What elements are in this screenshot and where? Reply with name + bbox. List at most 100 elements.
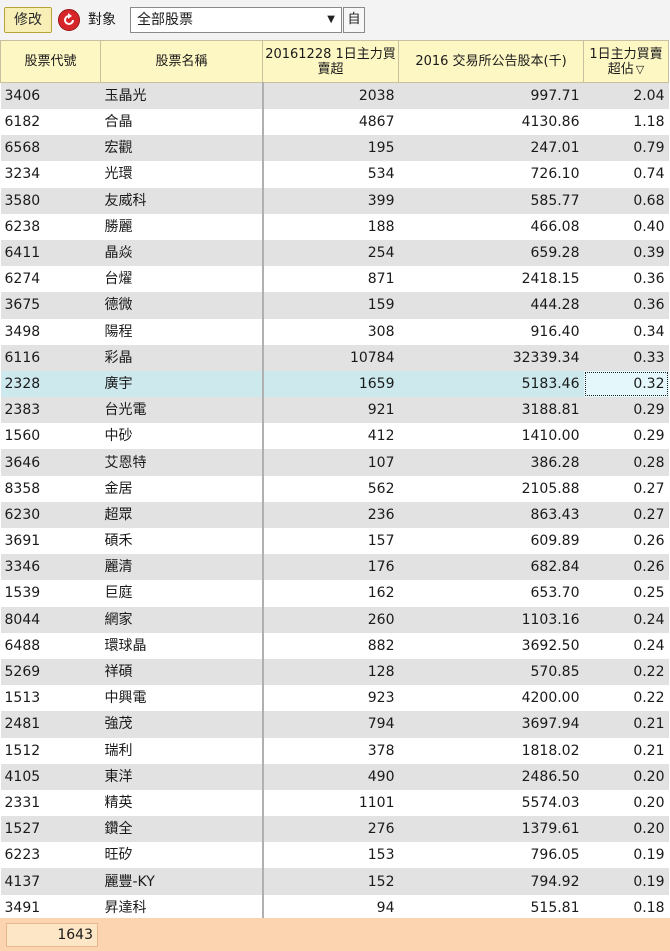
cell-main-force-net[interactable]: 254	[261, 239, 399, 267]
cell-stock-name[interactable]: 艾恩特	[100, 449, 263, 476]
cell-capital[interactable]: 4130.86	[398, 109, 584, 136]
table-row[interactable]: 3646 艾恩特 107 386.28 0.28	[0, 449, 669, 476]
cell-ratio[interactable]: 0.24	[583, 606, 669, 633]
self-button[interactable]: 自	[343, 7, 365, 33]
cell-ratio[interactable]: 0.19	[583, 842, 669, 869]
cell-capital[interactable]: 1410.00	[398, 423, 584, 450]
cell-stock-name[interactable]: 陽程	[100, 318, 263, 345]
cell-stock-name[interactable]: 祥碩	[100, 658, 263, 686]
table-row[interactable]: 2331 精英 1101 5574.03 0.20	[0, 789, 669, 817]
cell-stock-name[interactable]: 晶焱	[100, 239, 263, 267]
cell-main-force-net[interactable]: 308	[261, 318, 399, 345]
header-main-force-net[interactable]: 20161228 1日主力買賣超	[262, 40, 399, 83]
cell-capital[interactable]: 916.40	[398, 318, 584, 345]
cell-ratio[interactable]: 0.29	[583, 423, 669, 450]
cell-capital[interactable]: 585.77	[398, 187, 584, 214]
cell-main-force-net[interactable]: 162	[261, 580, 399, 607]
cell-capital[interactable]: 794.92	[398, 868, 584, 895]
cell-stock-code[interactable]: 3580	[0, 187, 101, 214]
cell-stock-code[interactable]: 3691	[0, 528, 101, 555]
cell-capital[interactable]: 659.28	[398, 239, 584, 267]
cell-main-force-net[interactable]: 94	[261, 894, 399, 918]
cell-main-force-net[interactable]: 4867	[261, 109, 399, 136]
cell-main-force-net[interactable]: 921	[261, 397, 399, 424]
cell-main-force-net[interactable]: 276	[261, 816, 399, 843]
cell-main-force-net[interactable]: 2038	[261, 82, 399, 109]
table-row[interactable]: 6238 勝麗 188 466.08 0.40	[0, 213, 669, 240]
table-row[interactable]: 2383 台光電 921 3188.81 0.29	[0, 397, 669, 424]
cell-capital[interactable]: 609.89	[398, 528, 584, 555]
cell-ratio[interactable]: 0.26	[583, 554, 669, 581]
table-row[interactable]: 3234 光環 534 726.10 0.74	[0, 161, 669, 188]
table-row[interactable]: 1527 鑽全 276 1379.61 0.20	[0, 816, 669, 843]
cell-stock-code[interactable]: 6488	[0, 632, 101, 659]
cell-main-force-net[interactable]: 412	[261, 423, 399, 450]
cell-capital[interactable]: 32339.34	[398, 344, 584, 371]
table-row[interactable]: 6274 台燿 871 2418.15 0.36	[0, 266, 669, 293]
cell-ratio[interactable]: 0.79	[583, 135, 669, 162]
cell-stock-name[interactable]: 麗清	[100, 554, 263, 581]
cell-stock-name[interactable]: 金居	[100, 475, 263, 502]
cell-main-force-net[interactable]: 10784	[261, 344, 399, 371]
cell-stock-code[interactable]: 1539	[0, 580, 101, 607]
chevron-down-icon[interactable]: ▼	[327, 8, 335, 32]
cell-ratio[interactable]: 0.34	[583, 318, 669, 345]
table-row[interactable]: 3675 德微 159 444.28 0.36	[0, 292, 669, 319]
cell-main-force-net[interactable]: 871	[261, 266, 399, 293]
cell-stock-code[interactable]: 8044	[0, 606, 101, 633]
table-row[interactable]: 3491 昇達科 94 515.81 0.18	[0, 894, 669, 918]
cell-main-force-net[interactable]: 188	[261, 213, 399, 240]
cell-stock-name[interactable]: 友威科	[100, 187, 263, 214]
cell-main-force-net[interactable]: 260	[261, 606, 399, 633]
cell-stock-code[interactable]: 1513	[0, 685, 101, 712]
cell-stock-name[interactable]: 巨庭	[100, 580, 263, 607]
cell-main-force-net[interactable]: 107	[261, 449, 399, 476]
cell-ratio[interactable]: 0.26	[583, 528, 669, 555]
cell-capital[interactable]: 726.10	[398, 161, 584, 188]
cell-ratio[interactable]: 0.25	[583, 580, 669, 607]
cell-stock-name[interactable]: 光環	[100, 161, 263, 188]
cell-stock-code[interactable]: 6182	[0, 109, 101, 136]
cell-ratio[interactable]: 0.28	[583, 449, 669, 476]
cell-stock-code[interactable]: 2383	[0, 397, 101, 424]
cell-stock-code[interactable]: 3491	[0, 894, 101, 918]
cell-stock-name[interactable]: 台燿	[100, 266, 263, 293]
cell-ratio[interactable]: 0.27	[583, 475, 669, 502]
cell-capital[interactable]: 3188.81	[398, 397, 584, 424]
cell-capital[interactable]: 2105.88	[398, 475, 584, 502]
cell-stock-code[interactable]: 4137	[0, 868, 101, 895]
cell-capital[interactable]: 515.81	[398, 894, 584, 918]
cell-ratio[interactable]: 0.22	[583, 658, 669, 686]
cell-capital[interactable]: 570.85	[398, 658, 584, 686]
cell-main-force-net[interactable]: 923	[261, 685, 399, 712]
cell-stock-code[interactable]: 6568	[0, 135, 101, 162]
cell-stock-code[interactable]: 6230	[0, 501, 101, 528]
table-row[interactable]: 6411 晶焱 254 659.28 0.39	[0, 239, 669, 267]
cell-main-force-net[interactable]: 378	[261, 737, 399, 764]
cell-capital[interactable]: 796.05	[398, 842, 584, 869]
cell-stock-code[interactable]: 3498	[0, 318, 101, 345]
cell-stock-name[interactable]: 瑞利	[100, 737, 263, 764]
cell-stock-code[interactable]: 1527	[0, 816, 101, 843]
cell-stock-name[interactable]: 碩禾	[100, 528, 263, 555]
table-row[interactable]: 3580 友威科 399 585.77 0.68	[0, 187, 669, 214]
cell-stock-name[interactable]: 勝麗	[100, 213, 263, 240]
cell-ratio[interactable]: 0.33	[583, 344, 669, 371]
table-row[interactable]: 3406 玉晶光 2038 997.71 2.04	[0, 82, 669, 109]
cell-ratio[interactable]: 0.36	[583, 292, 669, 319]
cell-ratio[interactable]: 0.20	[583, 816, 669, 843]
cell-stock-code[interactable]: 6238	[0, 213, 101, 240]
cell-stock-name[interactable]: 鑽全	[100, 816, 263, 843]
cell-main-force-net[interactable]: 882	[261, 632, 399, 659]
cell-ratio[interactable]: 0.22	[583, 685, 669, 712]
table-row[interactable]: 5269 祥碩 128 570.85 0.22	[0, 658, 669, 686]
table-row[interactable]: 2328 廣宇 1659 5183.46 0.32	[0, 370, 669, 398]
cell-ratio[interactable]: 0.24	[583, 632, 669, 659]
cell-ratio[interactable]: 0.19	[583, 868, 669, 895]
table-row[interactable]: 3346 麗清 176 682.84 0.26	[0, 554, 669, 581]
cell-capital[interactable]: 466.08	[398, 213, 584, 240]
table-row[interactable]: 8044 網家 260 1103.16 0.24	[0, 606, 669, 633]
refresh-icon[interactable]	[58, 9, 80, 31]
cell-main-force-net[interactable]: 153	[261, 842, 399, 869]
table-row[interactable]: 4137 麗豐-KY 152 794.92 0.19	[0, 868, 669, 895]
